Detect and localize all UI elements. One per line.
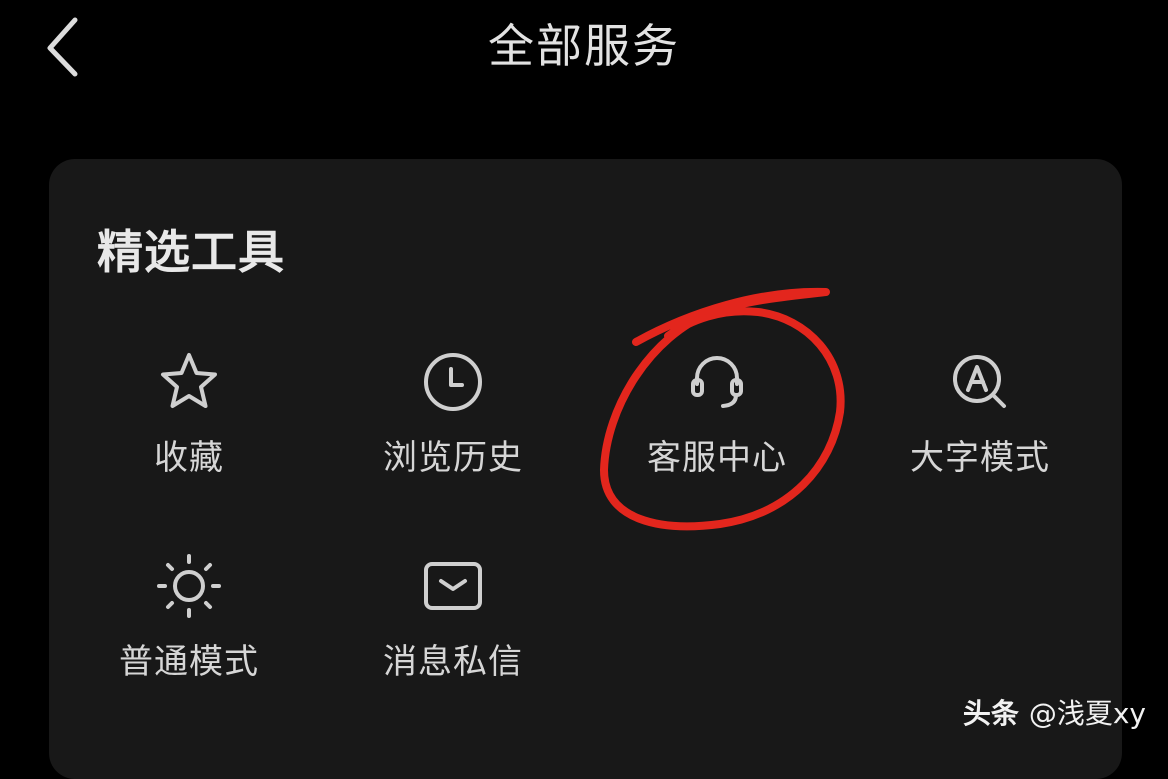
tool-label: 浏览历史: [383, 438, 523, 478]
font-search-icon: [953, 355, 1006, 408]
tool-label: 普通模式: [119, 642, 259, 682]
tool-large-font[interactable]: 大字模式: [880, 350, 1080, 480]
tool-messages[interactable]: 消息私信: [353, 554, 553, 684]
tool-history[interactable]: 浏览历史: [353, 350, 553, 480]
clock-icon: [424, 353, 482, 411]
sun-icon: [157, 554, 221, 618]
watermark: 头条 @浅夏xy: [963, 694, 1146, 734]
star-icon: [161, 353, 217, 408]
page-title: 全部服务: [488, 19, 680, 73]
tool-label: 收藏: [154, 438, 224, 478]
tool-label: 大字模式: [910, 438, 1050, 478]
tool-customer-service[interactable]: 客服中心: [617, 350, 817, 480]
tool-label: 消息私信: [383, 642, 523, 682]
headset-icon: [691, 356, 743, 408]
message-icon: [424, 562, 482, 610]
watermark-logo: 头条: [962, 697, 1019, 730]
tool-favorites[interactable]: 收藏: [89, 350, 289, 480]
section-title: 精选工具: [97, 225, 285, 279]
watermark-handle: @浅夏xy: [1028, 697, 1146, 730]
tool-label: 客服中心: [647, 438, 787, 478]
tool-normal-mode[interactable]: 普通模式: [89, 554, 289, 684]
